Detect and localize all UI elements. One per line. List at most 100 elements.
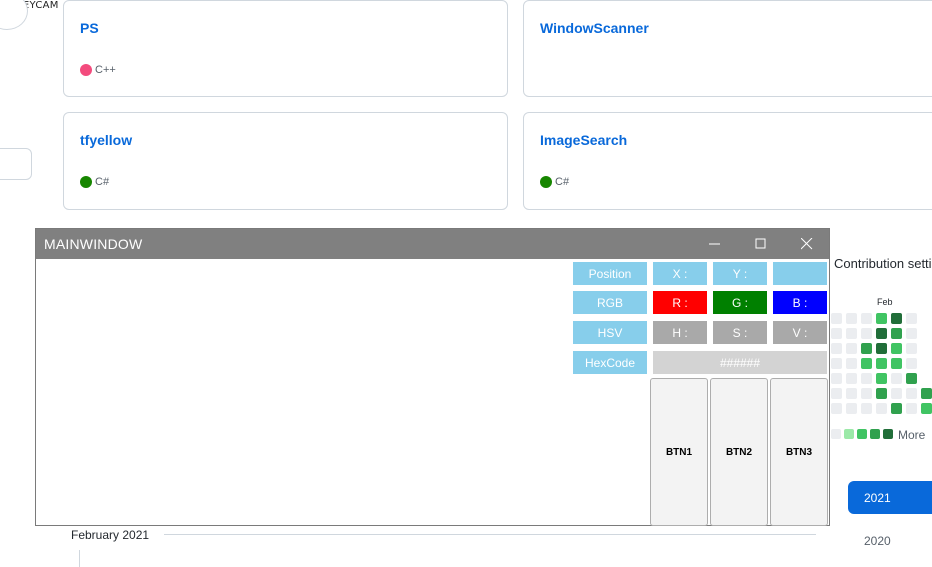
contribution-day-cell[interactable] — [846, 313, 857, 324]
contribution-day-cell[interactable] — [846, 373, 857, 384]
contribution-day-cell[interactable] — [846, 328, 857, 339]
contribution-day-cell[interactable] — [876, 388, 887, 399]
minimize-button[interactable] — [692, 229, 738, 259]
contribution-month-label: Feb — [877, 297, 893, 307]
maximize-icon — [755, 238, 766, 249]
y-field: Y : — [713, 262, 767, 285]
timeline-divider — [164, 534, 816, 535]
contribution-day-cell[interactable] — [861, 358, 872, 369]
avatar[interactable] — [0, 0, 28, 30]
year-button-2021[interactable]: 2021 — [848, 481, 932, 514]
contribution-day-cell[interactable] — [891, 328, 902, 339]
repo-link[interactable]: WindowScanner — [540, 20, 649, 36]
contribution-day-cell[interactable] — [846, 343, 857, 354]
btn3-button[interactable]: BTN3 — [770, 378, 828, 526]
repo-card-windowscanner: WindowScanner — [523, 0, 932, 97]
repo-card-tfyellow: tfyellow C# — [63, 112, 508, 210]
contribution-day-cell[interactable] — [846, 358, 857, 369]
contribution-day-cell[interactable] — [921, 388, 932, 399]
repo-card-ps: PS C++ — [63, 0, 508, 97]
g-field: G : — [713, 291, 767, 314]
language-color-dot — [540, 176, 552, 188]
contribution-day-cell[interactable] — [876, 373, 887, 384]
contribution-day-cell[interactable] — [876, 313, 887, 324]
window-title: MAINWINDOW — [44, 236, 143, 252]
legend-more-label: More — [898, 428, 926, 442]
contribution-day-cell[interactable] — [861, 343, 872, 354]
repo-language: C++ — [80, 64, 116, 76]
rgb-label: RGB — [573, 291, 647, 314]
x-field: X : — [653, 262, 707, 285]
contribution-day-cell[interactable] — [876, 328, 887, 339]
repo-link[interactable]: ImageSearch — [540, 132, 627, 148]
language-label: C# — [555, 176, 570, 188]
position-extra-field — [773, 262, 827, 285]
left-side-button[interactable] — [0, 148, 32, 180]
contribution-day-cell[interactable] — [891, 313, 902, 324]
timeline-line — [79, 550, 80, 567]
h-field: H : — [653, 321, 707, 344]
contribution-day-cell[interactable] — [906, 328, 917, 339]
language-label: C# — [95, 176, 110, 188]
contribution-day-cell[interactable] — [876, 358, 887, 369]
legend-level-cell — [870, 429, 880, 439]
contribution-day-cell[interactable] — [891, 403, 902, 414]
year-label: 2021 — [864, 491, 891, 505]
window-titlebar[interactable]: MAINWINDOW — [36, 229, 829, 259]
contribution-day-cell[interactable] — [891, 373, 902, 384]
close-icon — [801, 238, 813, 250]
contribution-day-cell[interactable] — [861, 313, 872, 324]
legend-level-cell — [831, 429, 841, 439]
contribution-day-cell[interactable] — [906, 403, 917, 414]
contribution-day-cell[interactable] — [831, 358, 842, 369]
minimize-icon — [709, 243, 720, 245]
contribution-day-cell[interactable] — [831, 328, 842, 339]
repo-link[interactable]: PS — [80, 20, 99, 36]
contribution-day-cell[interactable] — [861, 388, 872, 399]
contribution-day-cell[interactable] — [861, 373, 872, 384]
contribution-day-cell[interactable] — [891, 358, 902, 369]
repo-card-imagesearch: ImageSearch C# — [523, 112, 932, 210]
contribution-day-cell[interactable] — [906, 388, 917, 399]
contribution-day-cell[interactable] — [891, 343, 902, 354]
contribution-day-cell[interactable] — [921, 403, 932, 414]
maximize-button[interactable] — [738, 229, 784, 259]
main-window: MAINWINDOW Position X : Y : RGB R : G : … — [35, 228, 830, 526]
contribution-day-cell[interactable] — [831, 403, 842, 414]
timeline-month-heading: February 2021 — [71, 528, 150, 542]
contribution-day-cell[interactable] — [906, 313, 917, 324]
repo-language: C# — [540, 176, 569, 188]
btn2-button[interactable]: BTN2 — [710, 378, 768, 526]
language-label: C++ — [95, 64, 116, 76]
close-button[interactable] — [784, 229, 830, 259]
legend-level-cell — [844, 429, 854, 439]
hsv-label: HSV — [573, 321, 647, 344]
contribution-day-cell[interactable] — [906, 373, 917, 384]
hexcode-field: ###### — [653, 351, 827, 374]
contribution-day-cell[interactable] — [876, 343, 887, 354]
btn1-button[interactable]: BTN1 — [650, 378, 708, 526]
b-field: B : — [773, 291, 827, 314]
contribution-day-cell[interactable] — [861, 403, 872, 414]
contribution-day-cell[interactable] — [831, 388, 842, 399]
position-label: Position — [573, 262, 647, 285]
contribution-day-cell[interactable] — [846, 403, 857, 414]
hexcode-label: HexCode — [573, 351, 647, 374]
legend-level-cell — [857, 429, 867, 439]
contribution-day-cell[interactable] — [891, 388, 902, 399]
contribution-day-cell[interactable] — [831, 343, 842, 354]
r-field: R : — [653, 291, 707, 314]
contribution-day-cell[interactable] — [906, 358, 917, 369]
year-button-2020[interactable]: 2020 — [864, 534, 891, 548]
contribution-day-cell[interactable] — [846, 388, 857, 399]
contribution-day-cell[interactable] — [831, 373, 842, 384]
language-color-dot — [80, 64, 92, 76]
language-color-dot — [80, 176, 92, 188]
contribution-settings-link[interactable]: Contribution settings — [834, 256, 932, 271]
contribution-day-cell[interactable] — [861, 328, 872, 339]
repo-link[interactable]: tfyellow — [80, 132, 132, 148]
s-field: S : — [713, 321, 767, 344]
contribution-day-cell[interactable] — [876, 403, 887, 414]
contribution-day-cell[interactable] — [906, 343, 917, 354]
contribution-day-cell[interactable] — [831, 313, 842, 324]
